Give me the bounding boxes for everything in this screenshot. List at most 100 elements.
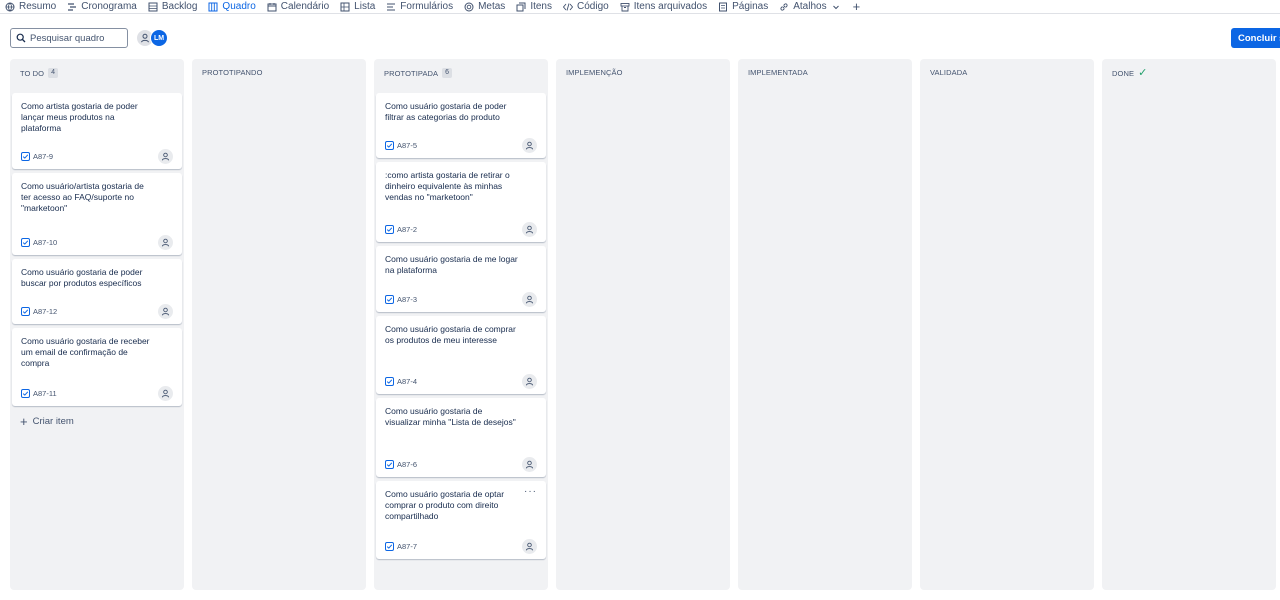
issue-key-label: A87-12 [33,306,58,316]
issue-key: A87-10 [21,237,58,247]
issue-key: A87-9 [21,151,54,161]
items-icon [516,2,526,11]
complete-sprint-button[interactable]: Concluir sprint [1231,28,1280,48]
issue-key-label: A87-2 [397,224,418,234]
card-title: Como usuário gostaria de visualizar minh… [385,406,516,427]
search-input[interactable] [30,32,125,44]
issue-key-label: A87-7 [397,541,418,551]
board-icon [208,2,218,11]
person-icon [525,460,534,468]
column-implementada: IMPLEMENTADA [738,59,912,590]
column-title: IMPLEMENTADA [748,68,808,77]
column-validada: VALIDADA [920,59,1094,590]
user-avatar[interactable]: LM [150,29,168,47]
column-header: IMPLEMENÇÃO [566,68,623,77]
column-todo: TO DO 4 Como artista gostaria de poder l… [10,59,184,590]
card-footer: A87-9 [21,148,173,164]
column-count: 6 [442,68,453,78]
tab-itens-arquivados[interactable]: Itens arquivados [615,0,713,13]
tab-paginas[interactable]: Páginas [713,0,774,13]
person-icon [161,307,170,315]
calendar-icon [267,2,277,11]
tab-codigo[interactable]: Código [558,0,615,13]
column-done: DONE ✓ [1102,59,1276,590]
assignee-avatar[interactable] [522,291,537,307]
search-box[interactable] [10,28,128,48]
issue-card[interactable]: Como usuário/artista gostaria de ter ace… [12,173,182,255]
checkbox-icon [21,237,30,247]
checkbox-icon [385,294,394,304]
tab-itens[interactable]: Itens [511,0,558,13]
issue-card[interactable]: :como artista gostaria de retirar o dinh… [376,162,546,242]
issue-card[interactable]: Como usuário gostaria de optar comprar o… [376,481,546,559]
tab-lista[interactable]: Lista [335,0,381,13]
tab-metas[interactable]: Metas [459,0,511,13]
issue-card[interactable]: Como usuário gostaria de me logar na pla… [376,246,546,312]
assignee-avatar[interactable] [522,538,537,554]
issue-card[interactable]: Como artista gostaria de poder lançar me… [12,93,182,169]
issue-key: A87-5 [385,140,418,150]
tab-label: Formulários [400,1,454,12]
tab-formularios[interactable]: Formulários [381,0,459,13]
link-icon [780,2,788,11]
person-icon [525,542,534,550]
column-title: IMPLEMENÇÃO [566,68,623,77]
issue-key-label: A87-9 [33,151,54,161]
checkbox-icon [385,224,394,234]
tab-atalhos[interactable]: Atalhos [774,0,846,13]
issue-card[interactable]: Como usuário gostaria de poder buscar po… [12,259,182,324]
checkbox-icon [21,151,30,161]
person-icon [141,33,149,43]
column-header: IMPLEMENTADA [748,68,808,77]
tab-label: Metas [478,1,506,12]
tab-backlog[interactable]: Backlog [143,0,204,13]
tab-cronograma[interactable]: Cronograma [62,0,143,13]
column-prototipando: PROTOTIPANDO [192,59,366,590]
assignee-avatar[interactable] [158,148,173,164]
create-item-button[interactable]: + Criar item [20,415,74,428]
assignee-avatar[interactable] [522,137,537,153]
assignee-avatar[interactable] [158,234,173,250]
project-tabs: Resumo Cronograma Backlog Quadro Calendá… [0,0,1280,14]
assignee-avatar[interactable] [522,221,537,237]
issue-key-label: A87-5 [397,140,418,150]
assignee-avatar[interactable] [158,303,173,319]
issue-card[interactable]: Como usuário gostaria de receber um emai… [12,328,182,406]
assignee-avatar[interactable] [522,456,537,472]
tab-label: Itens arquivados [633,1,708,12]
tab-calendario[interactable]: Calendário [262,0,335,13]
tab-label: Resumo [19,1,57,12]
column-header: DONE ✓ [1112,68,1147,79]
issue-key: A87-2 [385,224,418,234]
card-title: :como artista gostaria de retirar o dinh… [385,170,510,202]
add-tab-button[interactable]: + [847,0,867,13]
board-members: LM [136,29,168,47]
card-footer: A87-3 [385,291,537,307]
card-footer: A87-11 [21,385,173,401]
issue-card[interactable]: Como usuário gostaria de poder filtrar a… [376,93,546,158]
tab-label: Cronograma [81,1,137,12]
column-header: PROTOTIPADA 6 [384,68,453,78]
column-header: PROTOTIPANDO [202,68,263,77]
column-header: TO DO 4 [20,68,59,78]
issue-key-label: A87-3 [397,294,418,304]
card-title: Como artista gostaria de poder lançar me… [21,101,138,133]
card-footer: A87-12 [21,303,173,319]
person-icon [161,238,170,246]
assignee-avatar[interactable] [158,385,173,401]
tab-label: Atalhos [793,1,827,12]
card-more-button[interactable]: ··· [524,487,537,497]
issue-card[interactable]: Como usuário gostaria de comprar os prod… [376,316,546,394]
tab-resumo[interactable]: Resumo [0,0,62,13]
archive-icon [620,2,630,11]
card-title: Como usuário/artista gostaria de ter ace… [21,181,144,213]
list-icon [340,2,350,11]
card-footer: A87-7 [385,538,537,554]
issue-key-label: A87-11 [33,388,57,398]
issue-card[interactable]: Como usuário gostaria de visualizar minh… [376,398,546,477]
card-footer: A87-2 [385,221,537,237]
assignee-avatar[interactable] [522,373,537,389]
tab-label: Itens [530,1,552,12]
issue-key-label: A87-10 [33,237,58,247]
tab-quadro[interactable]: Quadro [203,0,261,13]
